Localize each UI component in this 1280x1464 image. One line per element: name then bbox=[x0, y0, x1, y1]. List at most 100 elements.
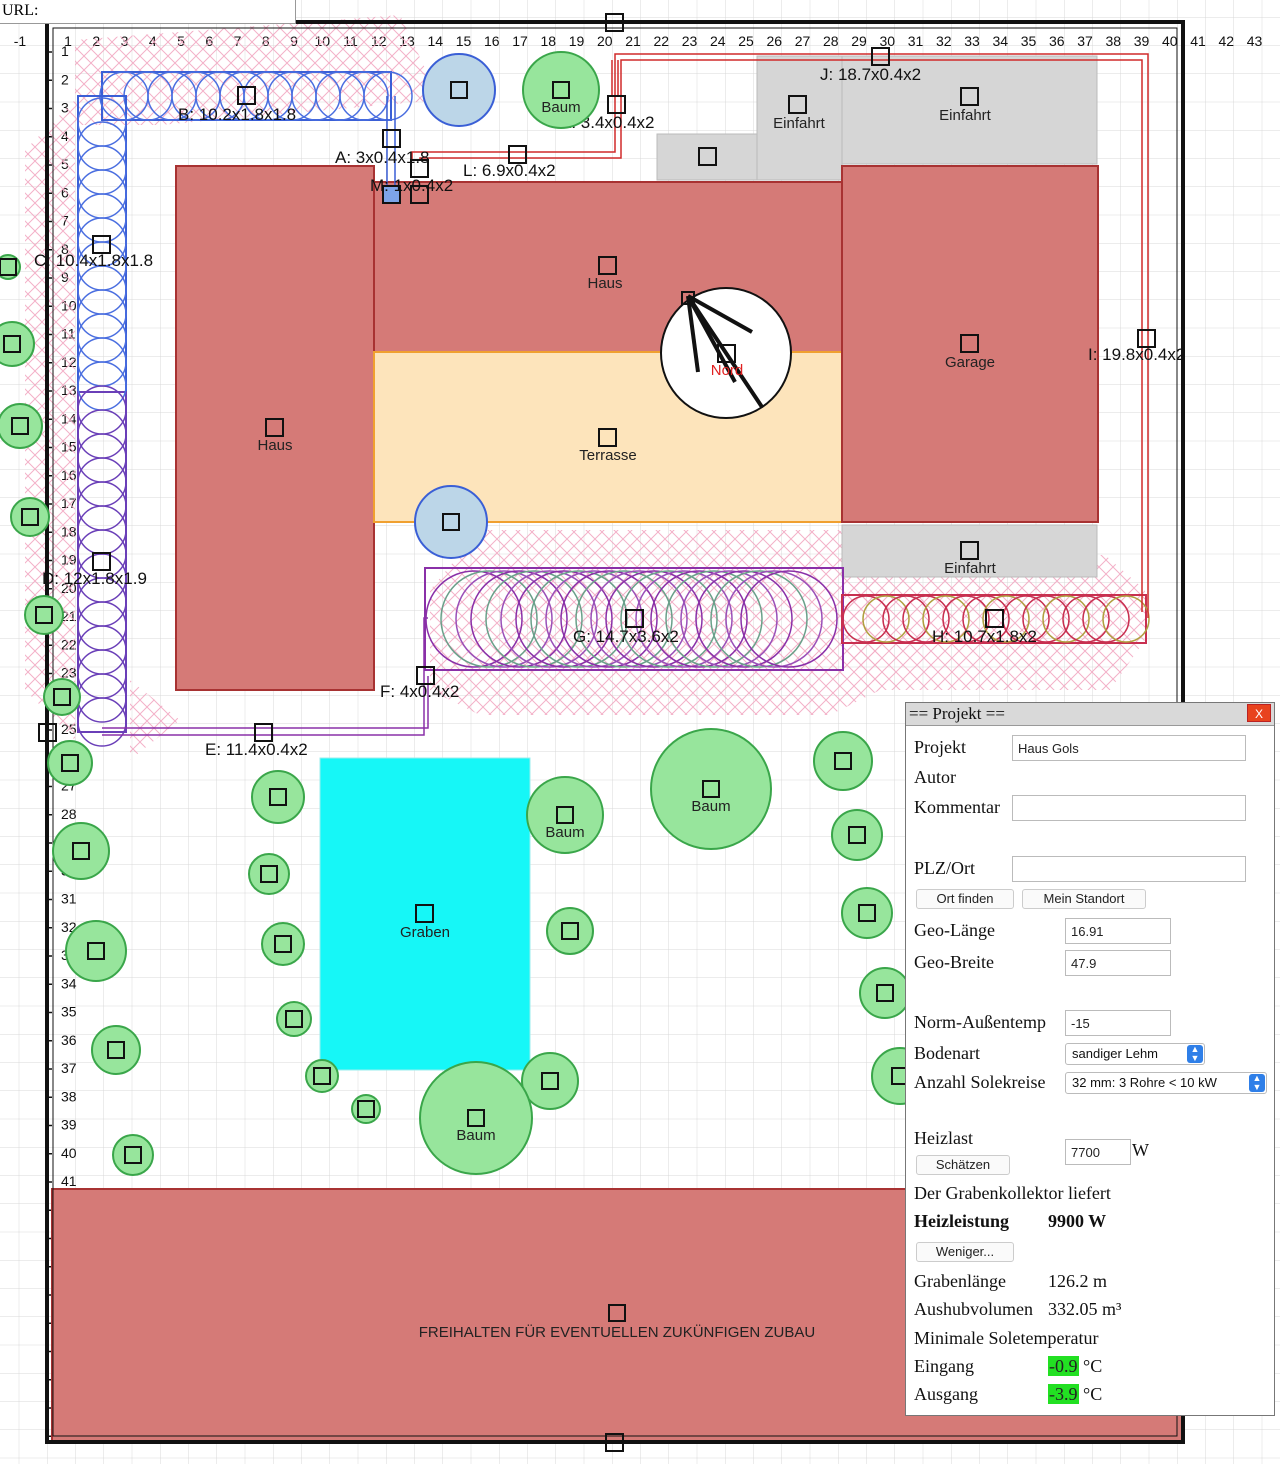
bodenart-label: Bodenart bbox=[914, 1043, 980, 1063]
ausgang-row: -3.9 °C bbox=[1048, 1384, 1102, 1405]
liefert-text: Der Grabenkollektor liefert bbox=[914, 1183, 1111, 1203]
solekreise-value: 32 mm: 3 Rohre < 10 kW bbox=[1072, 1075, 1217, 1090]
kommentar-label: Kommentar bbox=[914, 797, 1000, 817]
ausgang-value: -3.9 bbox=[1048, 1384, 1079, 1404]
ausgang-unit: °C bbox=[1083, 1384, 1103, 1404]
mein-standort-button[interactable]: Mein Standort bbox=[1022, 889, 1146, 909]
compass-label: Nord bbox=[711, 362, 744, 379]
compass: Nord bbox=[660, 287, 792, 419]
area-label-terrasse: Terrasse bbox=[579, 447, 637, 464]
x-tick-label: 15 bbox=[456, 33, 472, 49]
tree bbox=[248, 853, 290, 895]
geo-laenge-label: Geo-Länge bbox=[914, 920, 995, 940]
y-tick-label: 1 bbox=[61, 43, 69, 59]
geo-breite-label: Geo-Breite bbox=[914, 952, 994, 972]
heizlast-unit: W bbox=[1132, 1140, 1149, 1160]
autor-label: Autor bbox=[914, 767, 956, 787]
x-tick-label: 37 bbox=[1077, 33, 1093, 49]
area-label-garage: Garage bbox=[945, 354, 995, 371]
x-tick-label: 17 bbox=[512, 33, 528, 49]
trench-label-A: A: 3x0.4x1.8 bbox=[335, 148, 430, 167]
grabenlaenge-value: 126.2 m bbox=[1048, 1271, 1108, 1291]
trench-label-D: D: 12x1.8x1.9 bbox=[42, 569, 147, 588]
aushub-value: 332.05 m³ bbox=[1048, 1299, 1122, 1319]
tree bbox=[841, 887, 893, 939]
area-label-haus-left: Haus bbox=[257, 437, 292, 454]
eingang-value: -0.9 bbox=[1048, 1356, 1079, 1376]
tree bbox=[112, 1134, 154, 1176]
panel-title: == Projekt == bbox=[909, 704, 1005, 723]
schaetzen-button[interactable]: Schätzen bbox=[916, 1155, 1010, 1175]
tree bbox=[0, 254, 21, 280]
area-label-haus-main: Haus bbox=[587, 275, 622, 292]
trench-label-H: H: 10.7x1.8x2 bbox=[932, 627, 1037, 646]
url-bar[interactable]: URL: bbox=[0, 0, 296, 24]
url-label: URL: bbox=[2, 2, 39, 19]
area-label-einfahrt-2: Einfahrt bbox=[939, 107, 992, 124]
trench-label-G: G: 14.7x3.6x2 bbox=[573, 627, 679, 646]
tree bbox=[546, 907, 594, 955]
tree bbox=[43, 678, 81, 716]
ort-finden-button[interactable]: Ort finden bbox=[916, 889, 1014, 909]
kommentar-input[interactable] bbox=[1012, 795, 1246, 821]
eingang-row: -0.9 °C bbox=[1048, 1356, 1102, 1377]
x-tick-label: 21 bbox=[625, 33, 641, 49]
heizlast-label: Heizlast bbox=[914, 1128, 973, 1148]
tree-label: Baum bbox=[456, 1127, 495, 1144]
tree bbox=[251, 770, 305, 824]
norm-label: Norm-Außentemp bbox=[914, 1012, 1046, 1032]
tree-label: Baum bbox=[545, 824, 584, 841]
chevron-updown-icon: ▲ ▼ bbox=[1187, 1045, 1203, 1063]
tree-label: Baum bbox=[691, 798, 730, 815]
y-tick-label: 40 bbox=[61, 1145, 77, 1161]
solekreise-label: Anzahl Solekreise bbox=[914, 1072, 1046, 1092]
bodenart-select[interactable]: sandiger Lehm ▲ ▼ bbox=[1065, 1043, 1205, 1065]
weniger-button[interactable]: Weniger... bbox=[916, 1242, 1014, 1262]
x-tick-label: 32 bbox=[936, 33, 952, 49]
x-tick-label: 33 bbox=[964, 33, 980, 49]
geo-breite-input[interactable] bbox=[1065, 950, 1171, 976]
min-sole-label: Minimale Soletemperatur bbox=[914, 1328, 1099, 1348]
tree bbox=[24, 595, 64, 635]
trench-label-C: C: 10.4x1.8x1.8 bbox=[34, 251, 153, 270]
tree bbox=[65, 920, 127, 982]
x-tick-label: 14 bbox=[427, 33, 443, 49]
panel-titlebar[interactable]: == Projekt == X bbox=[906, 703, 1274, 726]
norm-input[interactable] bbox=[1065, 1010, 1171, 1036]
x-tick-label: 40 bbox=[1162, 33, 1178, 49]
tree bbox=[276, 1001, 312, 1037]
plz-input[interactable] bbox=[1012, 856, 1246, 882]
bodenart-value: sandiger Lehm bbox=[1072, 1046, 1158, 1061]
x-tick-label: 22 bbox=[653, 33, 669, 49]
area-label-graben: Graben bbox=[400, 924, 450, 941]
solekreise-select[interactable]: 32 mm: 3 Rohre < 10 kW ▲ ▼ bbox=[1065, 1072, 1267, 1094]
heizleistung-label: Heizleistung bbox=[914, 1211, 1009, 1231]
x-tick-label: 42 bbox=[1218, 33, 1234, 49]
x-tick-label: 24 bbox=[710, 33, 726, 49]
x-tick-label: 30 bbox=[879, 33, 895, 49]
projekt-input[interactable] bbox=[1012, 735, 1246, 761]
x-tick-label: 29 bbox=[851, 33, 867, 49]
area-label-einfahrt-1: Einfahrt bbox=[773, 115, 826, 132]
y-tick-label: 31 bbox=[61, 891, 77, 907]
aushub-label: Aushubvolumen bbox=[914, 1299, 1033, 1319]
x-tick-label: -1 bbox=[14, 33, 27, 49]
tree: Baum bbox=[419, 1061, 533, 1175]
tree bbox=[351, 1094, 381, 1124]
tree-label: Baum bbox=[541, 99, 580, 116]
x-tick-label: 19 bbox=[569, 33, 585, 49]
y-tick-label: 34 bbox=[61, 975, 77, 991]
projekt-label: Projekt bbox=[914, 737, 966, 757]
y-tick-label: 2 bbox=[61, 71, 69, 87]
trench-label-F: F: 4x0.4x2 bbox=[380, 682, 459, 701]
close-button[interactable]: X bbox=[1247, 704, 1271, 722]
geo-laenge-input[interactable] bbox=[1065, 918, 1171, 944]
trench-label-J: J: 18.7x0.4x2 bbox=[820, 65, 921, 84]
x-tick-label: 23 bbox=[682, 33, 698, 49]
house-left bbox=[175, 165, 375, 691]
y-tick-label: 35 bbox=[61, 1004, 77, 1020]
heizlast-input[interactable] bbox=[1065, 1139, 1131, 1165]
x-tick-label: 35 bbox=[1021, 33, 1037, 49]
x-tick-label: 18 bbox=[540, 33, 556, 49]
x-tick-label: 16 bbox=[484, 33, 500, 49]
